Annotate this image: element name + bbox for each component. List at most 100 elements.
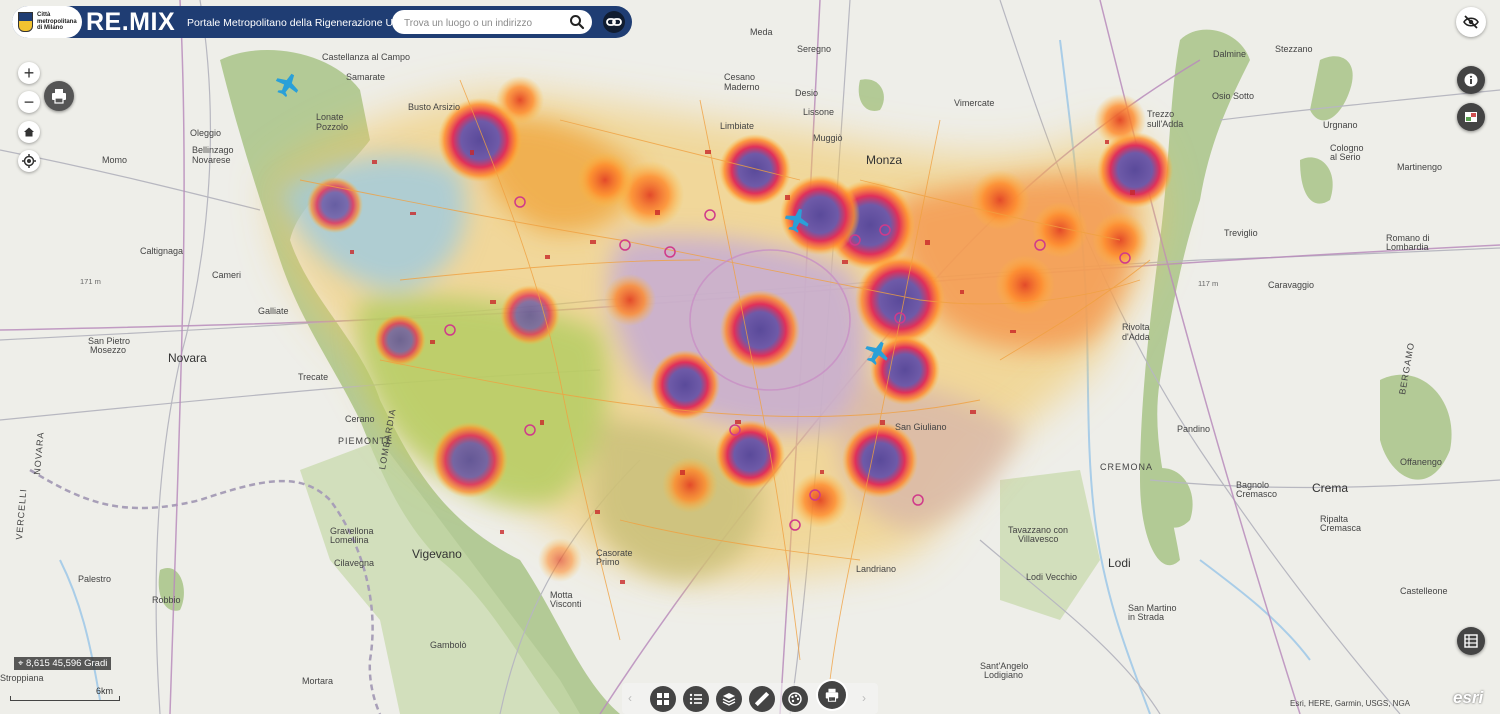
map-view[interactable]: Novara Monza Lodi Crema Vigevano Busto A…	[0, 0, 1500, 714]
toolbar-list-button[interactable]	[683, 686, 709, 712]
svg-text:Vimercate: Vimercate	[954, 98, 994, 108]
zoom-out-button[interactable]: −	[18, 91, 40, 113]
basemap-button[interactable]	[1457, 103, 1485, 131]
svg-text:Stroppiana: Stroppiana	[0, 673, 44, 683]
app-subtitle: Portale Metropolitano della Rigenerazion…	[187, 17, 420, 29]
coordinates-readout[interactable]: ⌖ 8,615 45,596 Gradi	[14, 657, 112, 670]
link-icon	[606, 18, 622, 26]
svg-text:Cremasca: Cremasca	[1320, 523, 1361, 533]
print-icon	[825, 688, 839, 702]
basemap-icon	[1465, 112, 1477, 122]
toolbar-grid-button[interactable]	[650, 686, 676, 712]
toolbar-next-button[interactable]: ›	[862, 691, 866, 705]
crosshair-icon: ⌖	[18, 658, 26, 669]
toolbar-layers-button[interactable]	[716, 686, 742, 712]
list-icon	[689, 693, 702, 705]
svg-text:171 m: 171 m	[80, 277, 101, 286]
svg-text:Cameri: Cameri	[212, 270, 241, 280]
print-button-map[interactable]	[44, 81, 74, 111]
svg-text:Treviglio: Treviglio	[1224, 228, 1258, 238]
svg-text:CREMONA: CREMONA	[1100, 462, 1153, 472]
toolbar-prev-button[interactable]: ‹	[628, 691, 632, 705]
svg-text:Stezzano: Stezzano	[1275, 44, 1313, 54]
logo-text: Città metropolitana di Milano	[37, 12, 77, 32]
svg-text:Dalmine: Dalmine	[1213, 49, 1246, 59]
svg-text:al Serio: al Serio	[1330, 152, 1361, 162]
palette-icon	[788, 692, 802, 706]
svg-text:Palestro: Palestro	[78, 574, 111, 584]
svg-text:in Strada: in Strada	[1128, 612, 1164, 622]
table-button[interactable]	[1457, 627, 1485, 655]
label-novara: Novara	[168, 351, 207, 365]
svg-text:Oleggio: Oleggio	[190, 128, 221, 138]
svg-text:d'Adda: d'Adda	[1122, 332, 1150, 342]
svg-text:Bellinzago: Bellinzago	[192, 145, 234, 155]
svg-text:Seregno: Seregno	[797, 44, 831, 54]
svg-text:Rivolta: Rivolta	[1122, 322, 1150, 332]
label-vigevano: Vigevano	[412, 547, 462, 561]
svg-text:Cerano: Cerano	[345, 414, 375, 424]
toolbar-print-button[interactable]	[818, 681, 846, 709]
svg-text:Visconti: Visconti	[550, 599, 581, 609]
svg-text:Lissone: Lissone	[803, 107, 834, 117]
svg-text:Novarese: Novarese	[192, 155, 231, 165]
eye-off-icon	[1463, 15, 1479, 29]
print-icon	[52, 89, 66, 104]
svg-text:Robbio: Robbio	[152, 595, 181, 605]
home-button[interactable]	[18, 121, 40, 143]
svg-text:Limbiate: Limbiate	[720, 121, 754, 131]
svg-text:Lomellina: Lomellina	[330, 535, 369, 545]
zoom-out-label: −	[23, 92, 35, 112]
svg-text:San Giuliano: San Giuliano	[895, 422, 947, 432]
svg-text:Pandino: Pandino	[1177, 424, 1210, 434]
locate-button[interactable]	[18, 150, 40, 172]
bottom-toolbar: ‹ ›	[622, 681, 878, 714]
measure-icon	[755, 692, 769, 706]
svg-text:Meda: Meda	[750, 27, 773, 37]
search-button[interactable]	[568, 13, 586, 31]
grid-icon	[657, 693, 669, 705]
svg-text:Landriano: Landriano	[856, 564, 896, 574]
svg-text:Trecate: Trecate	[298, 372, 328, 382]
svg-text:Castelleone: Castelleone	[1400, 586, 1448, 596]
svg-text:Urgnano: Urgnano	[1323, 120, 1358, 130]
table-icon	[1464, 634, 1478, 648]
info-button[interactable]	[1457, 66, 1485, 94]
toolbar-palette-button[interactable]	[782, 686, 808, 712]
coat-of-arms-icon	[18, 12, 33, 32]
svg-text:Lodi Vecchio: Lodi Vecchio	[1026, 572, 1077, 582]
attribution[interactable]: Esri, HERE, Garmin, USGS, NGA	[1290, 699, 1410, 708]
toggle-visibility-button[interactable]	[1456, 7, 1486, 37]
svg-text:Castellanza al Campo: Castellanza al Campo	[322, 52, 410, 62]
esri-logo[interactable]: esri	[1453, 688, 1483, 708]
svg-text:Lombardia: Lombardia	[1386, 242, 1429, 252]
svg-text:Lonate: Lonate	[316, 112, 344, 122]
scale-label: 6km	[96, 686, 114, 696]
app-header: Città metropolitana di Milano RE.MIX Por…	[12, 6, 632, 38]
svg-text:Cilavegna: Cilavegna	[334, 558, 374, 568]
share-link-button[interactable]	[603, 11, 625, 33]
svg-text:117 m: 117 m	[1198, 279, 1218, 288]
toolbar-page-indicator	[829, 698, 832, 701]
svg-text:Cesano: Cesano	[724, 72, 755, 82]
svg-text:Caravaggio: Caravaggio	[1268, 280, 1314, 290]
svg-text:Caltignaga: Caltignaga	[140, 246, 183, 256]
svg-text:Cremasco: Cremasco	[1236, 489, 1277, 499]
svg-text:Lodigiano: Lodigiano	[984, 670, 1023, 680]
logo[interactable]: Città metropolitana di Milano	[12, 6, 82, 38]
svg-text:Samarate: Samarate	[346, 72, 385, 82]
svg-text:Pozzolo: Pozzolo	[316, 122, 348, 132]
layers-icon	[722, 693, 736, 706]
svg-text:Desio: Desio	[795, 88, 818, 98]
search-icon	[570, 15, 585, 30]
svg-text:Villavesco: Villavesco	[1018, 534, 1058, 544]
coordinates-text: 8,615 45,596 Gradi	[26, 658, 108, 669]
search-input[interactable]	[402, 14, 566, 32]
info-icon	[1464, 73, 1478, 87]
locate-icon	[22, 154, 36, 168]
home-icon	[24, 127, 34, 137]
svg-text:Maderno: Maderno	[724, 82, 760, 92]
toolbar-measure-button[interactable]	[749, 686, 775, 712]
label-monza: Monza	[866, 153, 902, 167]
zoom-in-button[interactable]: +	[18, 62, 40, 84]
